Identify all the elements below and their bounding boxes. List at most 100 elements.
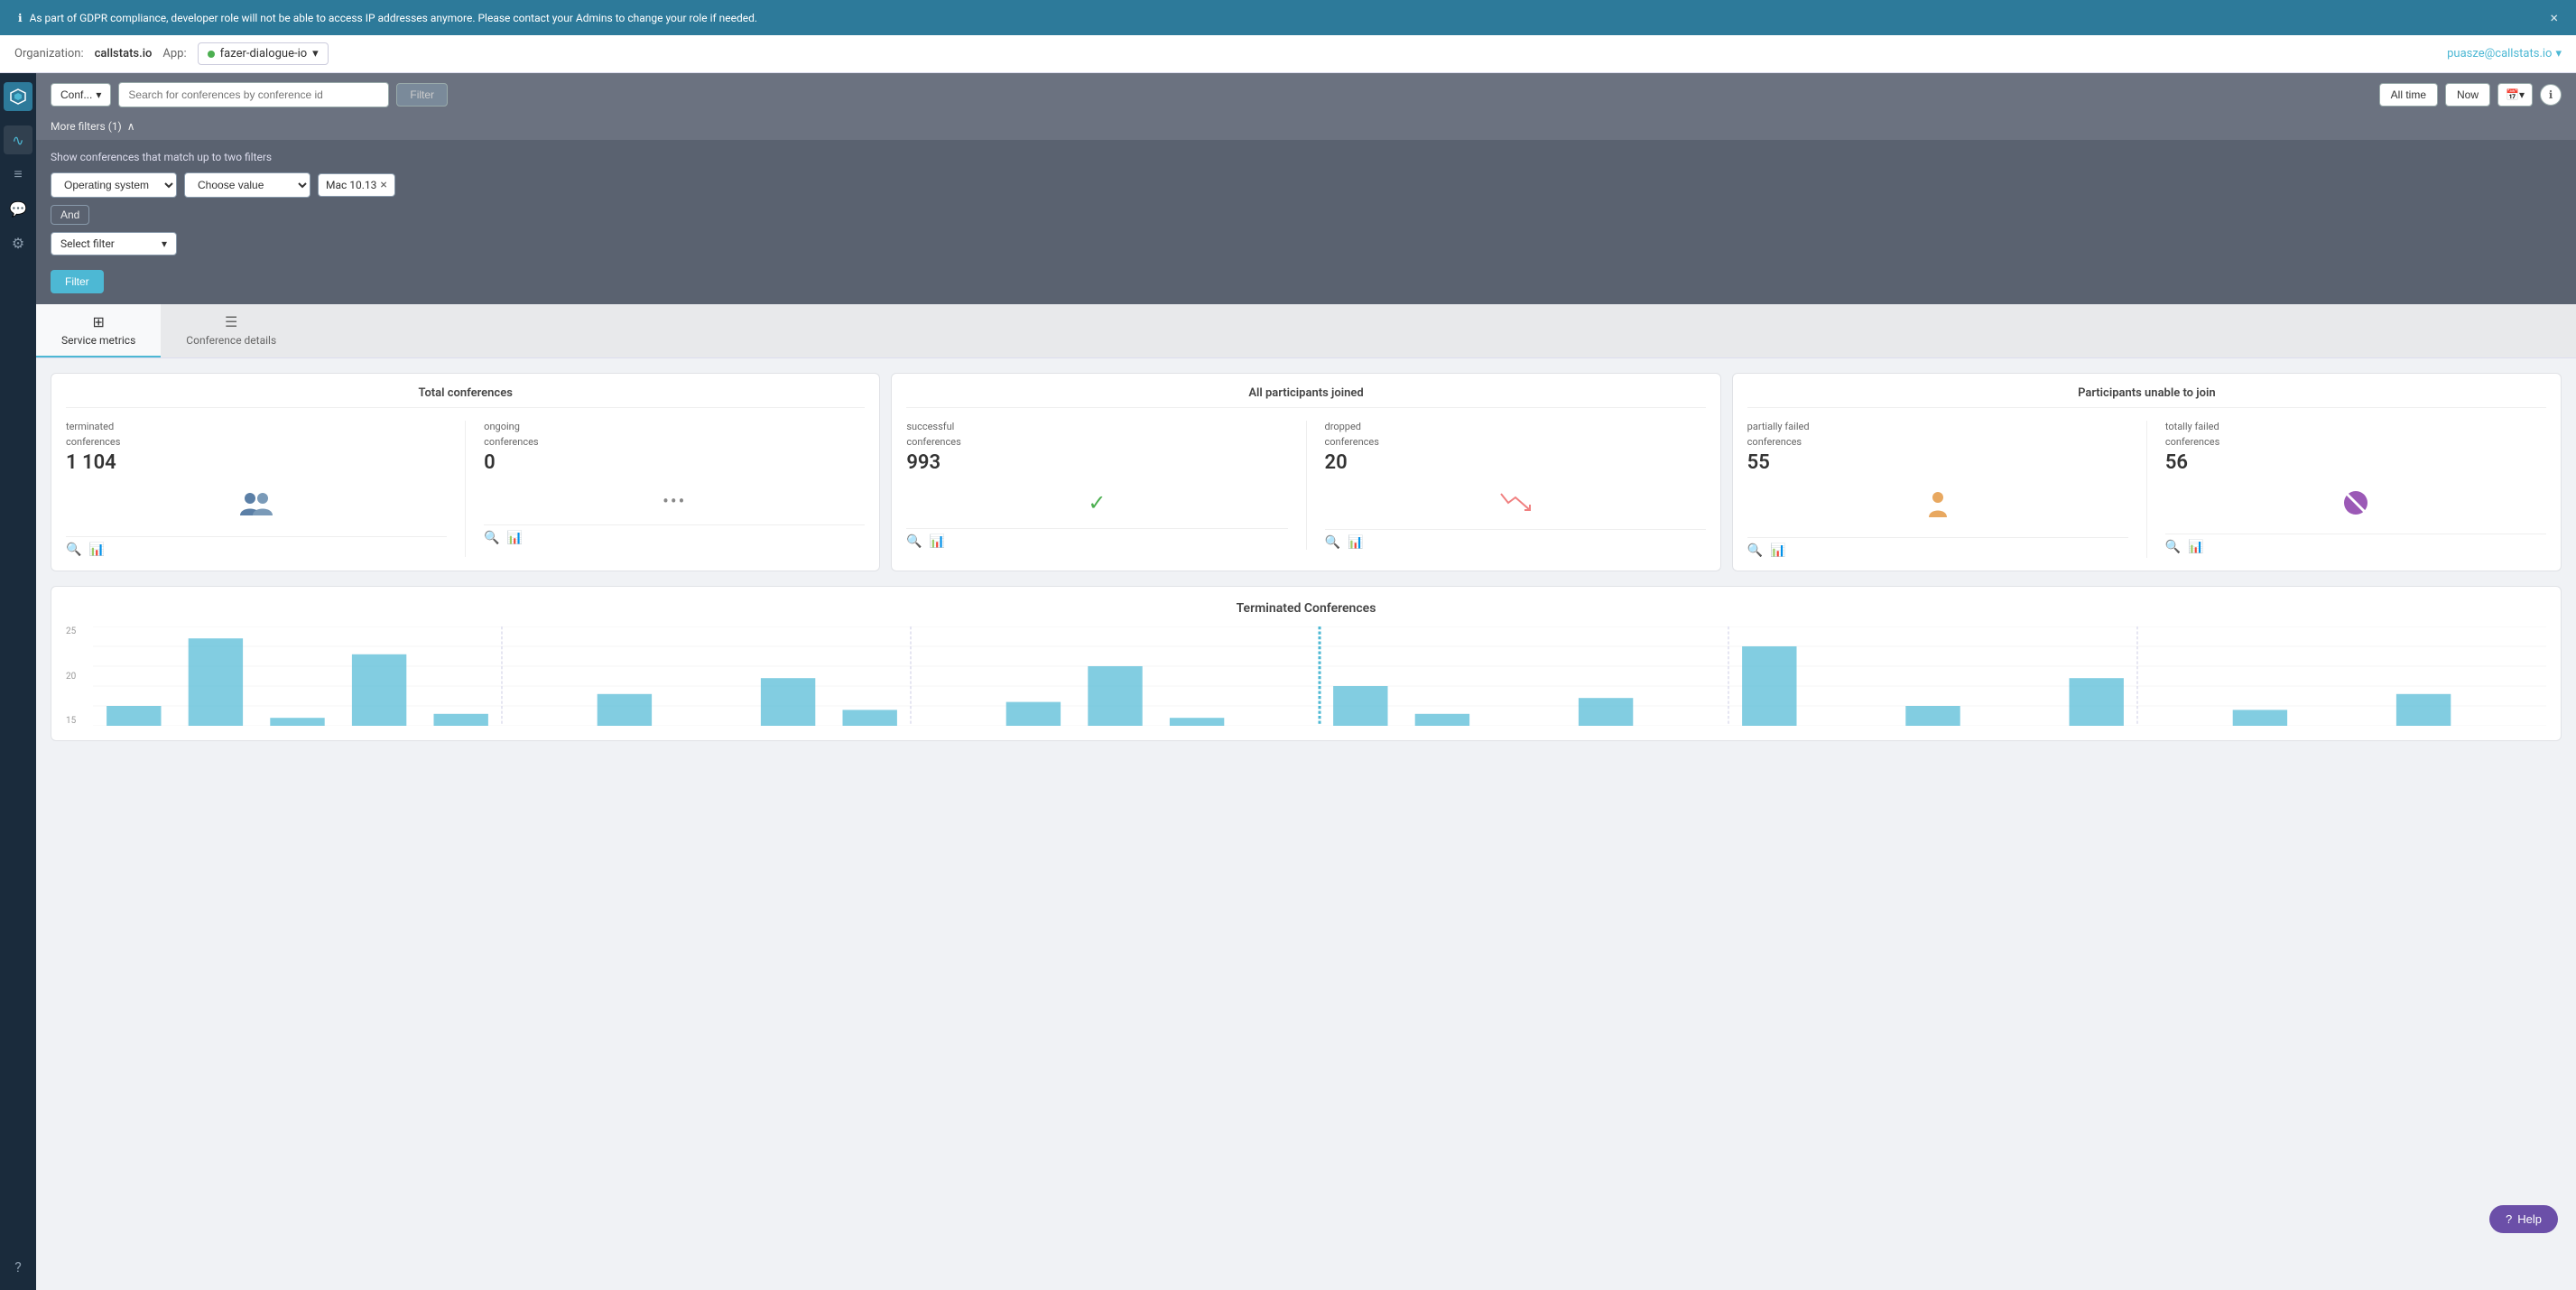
partially-failed-chart-icon[interactable]: 📊 — [1770, 543, 1785, 558]
ongoing-search-icon[interactable]: 🔍 — [484, 531, 499, 545]
totally-failed-chart-icon[interactable]: 📊 — [2188, 540, 2203, 554]
notification-message: As part of GDPR compliance, developer ro… — [30, 12, 758, 24]
sidebar-item-chat[interactable]: 💬 — [4, 194, 32, 223]
expanded-filter-button[interactable]: Filter — [51, 270, 104, 293]
totally-failed-value: 56 — [2165, 451, 2546, 474]
conference-type-label: Conf... — [60, 88, 92, 101]
ongoing-chart-icon[interactable]: 📊 — [507, 531, 523, 545]
filter-bar: Conf... ▾ Filter All time Now 📅▾ ℹ — [36, 73, 2576, 116]
expanded-filters-panel: Show conferences that match up to two fi… — [36, 140, 2576, 304]
totally-failed-icon-area — [2165, 481, 2546, 530]
partially-failed-search-icon[interactable]: 🔍 — [1747, 543, 1763, 558]
dropped-search-icon[interactable]: 🔍 — [1325, 535, 1340, 550]
successful-chart-icon[interactable]: 📊 — [930, 534, 945, 549]
app-selector[interactable]: fazer-dialogue-io ▾ — [198, 42, 329, 65]
sidebar-item-analytics[interactable]: ∿ — [4, 125, 32, 154]
terminated-conferences-item: terminated conferences 1 104 — [66, 421, 447, 557]
sidebar: ∿ ≡ 💬 ⚙ ? — [0, 73, 36, 1290]
top-bar: Organization: callstats.io App: fazer-di… — [0, 35, 2576, 73]
more-filters-toggle[interactable]: More filters (1) ∧ — [36, 116, 2576, 140]
sidebar-item-help[interactable]: ? — [4, 1252, 32, 1281]
tab-service-metrics[interactable]: ⊞ Service metrics — [36, 304, 161, 357]
terminated-icon-area — [66, 481, 447, 533]
checkmark-icon: ✓ — [1088, 490, 1106, 515]
total-conferences-card: Total conferences terminated conferences… — [51, 373, 880, 571]
notification-text-area: ℹ As part of GDPR compliance, developer … — [18, 12, 757, 24]
conference-details-tab-icon: ☰ — [225, 313, 237, 330]
successful-label-1: successful — [906, 421, 1287, 432]
help-icon: ? — [2506, 1212, 2512, 1226]
sidebar-item-settings[interactable]: ⚙ — [4, 228, 32, 257]
value-filter-select[interactable]: Choose value — [184, 172, 310, 198]
help-button[interactable]: ? Help — [2489, 1205, 2558, 1233]
totally-failed-label-1: totally failed — [2165, 421, 2546, 432]
successful-value: 993 — [906, 451, 1287, 474]
conference-type-button[interactable]: Conf... ▾ — [51, 83, 111, 107]
partially-failed-label-1: partially failed — [1747, 421, 2128, 432]
notification-banner: ℹ As part of GDPR compliance, developer … — [0, 0, 2576, 35]
totally-failed-search-icon[interactable]: 🔍 — [2165, 540, 2181, 554]
org-label: Organization: — [14, 47, 84, 60]
dropped-label-2: conferences — [1325, 436, 1706, 448]
conf-dropdown-icon: ▾ — [96, 88, 101, 101]
mac-tag-remove[interactable]: × — [380, 178, 386, 192]
sidebar-item-list[interactable]: ≡ — [4, 160, 32, 189]
participants-unable-title: Participants unable to join — [1747, 386, 2546, 408]
select-filter-label: Select filter — [60, 237, 115, 250]
mac-tag-label: Mac 10.13 — [326, 179, 376, 191]
user-menu[interactable]: puasze@callstats.io ▾ — [2447, 47, 2562, 60]
select-filter-dropdown[interactable]: Select filter ▾ — [51, 232, 177, 255]
totally-failed-label-2: conferences — [2165, 436, 2546, 448]
dropped-label-1: dropped — [1325, 421, 1706, 432]
y-label-20: 20 — [66, 672, 76, 682]
ongoing-label-2: conferences — [484, 436, 865, 448]
chart-svg — [93, 626, 2546, 726]
search-input[interactable] — [118, 82, 389, 107]
os-filter-select[interactable]: Operating system — [51, 172, 177, 198]
successful-footer: 🔍 📊 — [906, 528, 1287, 549]
participants-unable-card: Participants unable to join partially fa… — [1732, 373, 2562, 571]
service-metrics-tab-label: Service metrics — [61, 334, 135, 347]
app-dropdown-icon: ▾ — [312, 47, 319, 60]
close-notification-button[interactable]: × — [2550, 9, 2558, 26]
filter-apply-button[interactable]: Filter — [396, 83, 448, 107]
org-value: callstats.io — [95, 47, 153, 60]
help-label: Help — [2517, 1212, 2542, 1226]
partially-failed-label-2: conferences — [1747, 436, 2128, 448]
dropped-chart-icon[interactable]: 📊 — [1348, 535, 1363, 550]
y-label-15: 15 — [66, 716, 76, 726]
successful-label-2: conferences — [906, 436, 1287, 448]
tab-conference-details[interactable]: ☰ Conference details — [161, 304, 301, 357]
service-metrics-tab-icon: ⊞ — [92, 313, 104, 330]
user-chevron-icon: ▾ — [2555, 47, 2562, 60]
terminated-footer: 🔍 📊 — [66, 536, 447, 557]
ongoing-icon-area: ••• — [484, 481, 865, 521]
people-icon — [238, 490, 274, 524]
terminated-chart-icon[interactable]: 📊 — [88, 543, 104, 557]
all-participants-title: All participants joined — [906, 386, 1705, 408]
terminated-search-icon[interactable]: 🔍 — [66, 543, 81, 557]
conference-details-tab-label: Conference details — [186, 334, 276, 347]
and-button[interactable]: And — [51, 205, 89, 225]
filter-subtitle: Show conferences that match up to two fi… — [51, 151, 2562, 163]
app-label: App: — [162, 47, 186, 60]
terminated-value: 1 104 — [66, 451, 447, 474]
main-content: Conf... ▾ Filter All time Now 📅▾ ℹ More … — [36, 73, 2576, 1290]
mac-filter-tag: Mac 10.13 × — [318, 173, 395, 197]
dropped-icon-area — [1325, 481, 1706, 525]
partially-failed-icon-area — [1747, 481, 2128, 534]
partially-failed-value: 55 — [1747, 451, 2128, 474]
dashboard: Total conferences terminated conferences… — [36, 358, 2576, 1290]
more-filters-label: More filters (1) — [51, 120, 122, 133]
user-email: puasze@callstats.io — [2447, 47, 2552, 60]
calendar-button[interactable]: 📅▾ — [2497, 83, 2533, 107]
ongoing-footer: 🔍 📊 — [484, 524, 865, 545]
totally-failed-footer: 🔍 📊 — [2165, 534, 2546, 554]
filter-row-1: Operating system Choose value Mac 10.13 … — [51, 172, 2562, 198]
all-time-button[interactable]: All time — [2379, 83, 2438, 107]
info-button[interactable]: ℹ — [2540, 84, 2562, 106]
filter-row-2: Select filter ▾ — [51, 232, 2562, 255]
successful-search-icon[interactable]: 🔍 — [906, 534, 922, 549]
now-button[interactable]: Now — [2445, 83, 2490, 107]
ongoing-label-1: ongoing — [484, 421, 865, 432]
